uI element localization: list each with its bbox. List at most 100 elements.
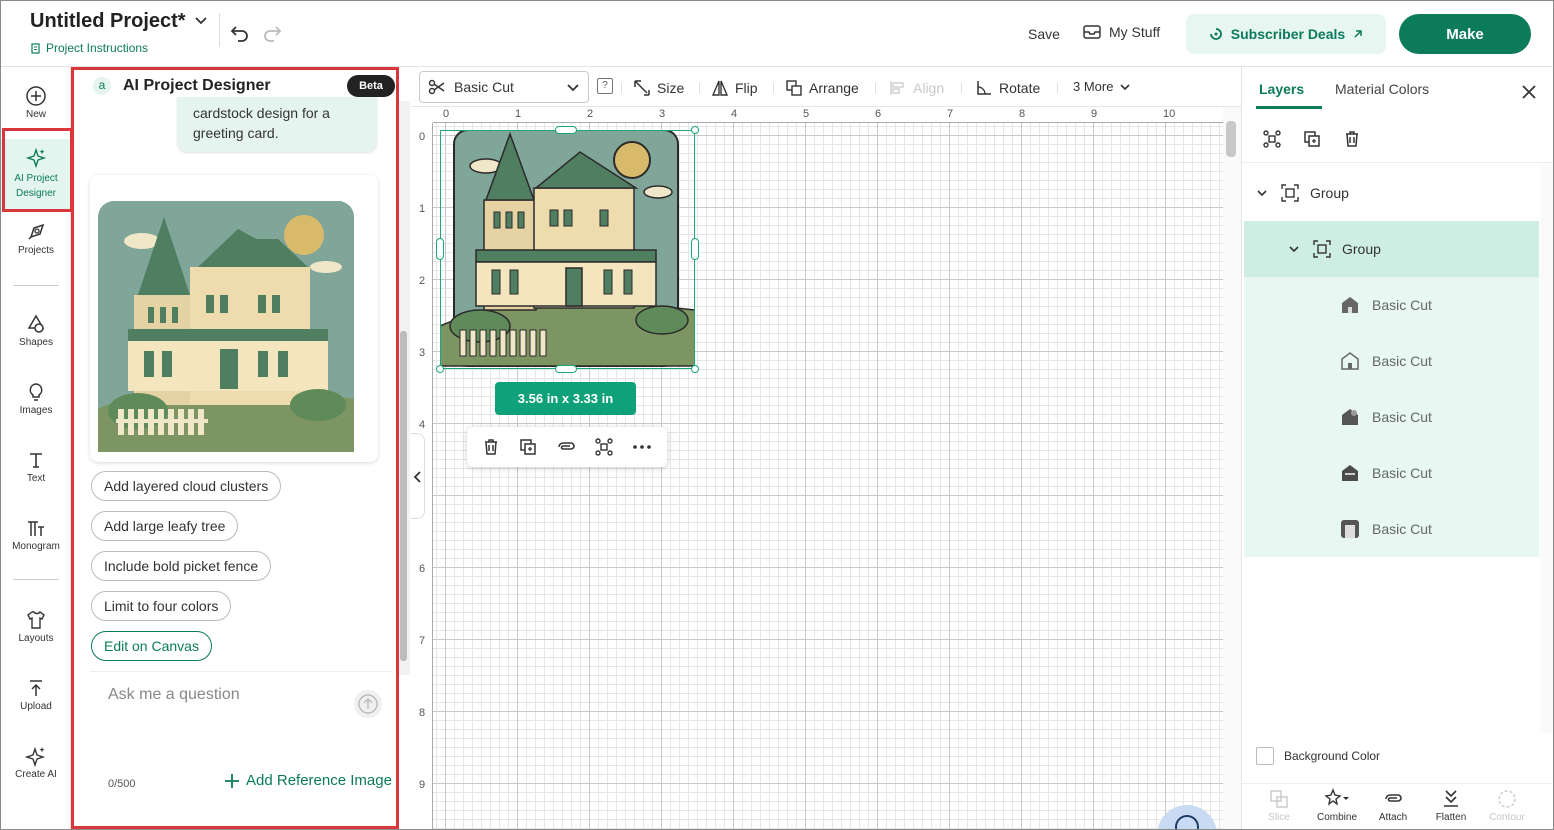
layer-item[interactable]: Basic Cut [1244,445,1539,501]
toolbar-divider [621,83,622,93]
layers-scrollbar[interactable] [1540,163,1553,733]
ruler-label: 6 [875,108,882,120]
nav-item-layouts[interactable]: Layouts [1,609,71,644]
layer-item[interactable]: Basic Cut [1244,389,1539,445]
send-button[interactable] [354,690,382,718]
chevron-down-icon[interactable] [1288,243,1300,255]
layer-label: Group [1310,185,1349,201]
arrange-icon [786,80,802,96]
group-icon[interactable] [1262,129,1282,149]
group-icon[interactable] [594,437,614,457]
size-button[interactable]: Size [633,79,684,97]
project-instructions-link[interactable]: Project Instructions [31,41,148,55]
suggestion-chip[interactable]: Add layered cloud clusters [91,471,282,501]
ask-question-box[interactable]: Ask me a question 0/500 Add Reference Im… [90,671,392,801]
nav-item-label: Layouts [18,633,54,644]
monogram-icon [28,521,44,536]
layer-thumbnail-icon [1342,297,1358,313]
layer-item[interactable]: Basic Cut [1244,333,1539,389]
layer-tools-bar: Slice Combine Attach Flatten Contour [1242,783,1553,829]
suggestion-chip[interactable]: Limit to four colors [91,591,232,621]
ruler-label: 3 [419,347,426,359]
ai-logo-icon: a [93,77,111,95]
selection-box[interactable] [440,130,695,369]
duplicate-icon[interactable] [518,437,538,457]
nav-item-images[interactable]: Images [1,381,71,416]
ask-input-placeholder[interactable]: Ask me a question [108,686,240,704]
nav-item-upload[interactable]: Upload [1,677,71,712]
rotate-button[interactable]: Rotate [975,79,1040,97]
help-button[interactable]: ? [597,78,613,94]
resize-handle[interactable] [691,238,699,260]
trash-icon[interactable] [1342,129,1362,149]
canvas-scroll-thumb[interactable] [1226,121,1236,157]
nav-item-ai-project-designer[interactable]: AI Project Designer [1,139,71,211]
suggestion-chip[interactable]: Include bold picket fence [91,551,272,581]
nav-item-projects[interactable]: Projects [1,221,71,256]
undo-icon[interactable] [229,23,251,43]
background-color-toggle[interactable]: Background Color [1256,747,1380,765]
resize-handle[interactable] [555,126,577,134]
nav-item-label: AI Project Designer [14,173,58,199]
plus-circle-icon [26,86,46,106]
layer-thumbnail-icon [1342,409,1358,425]
contour-button[interactable]: Contour [1478,788,1536,823]
attach-icon [1385,794,1402,802]
nav-item-shapes[interactable]: Shapes [1,313,71,348]
arrange-button[interactable]: Arrange [785,79,859,97]
generated-image-card[interactable] [90,175,378,462]
suggestion-chip[interactable]: Add large leafy tree [91,511,239,541]
nav-item-label: New [25,109,46,120]
layer-item[interactable]: Basic Cut [1244,277,1539,333]
subscriber-deals-button[interactable]: Subscriber Deals [1186,14,1386,54]
tab-layers[interactable]: Layers [1259,81,1304,97]
project-title[interactable]: Untitled Project* [30,10,186,33]
trash-icon[interactable] [481,437,501,457]
duplicate-icon[interactable] [1302,129,1322,149]
resize-handle[interactable] [691,126,699,134]
resize-handle[interactable] [691,365,699,373]
resize-handle[interactable] [555,365,577,373]
more-button[interactable]: 3 More [1073,79,1131,94]
generated-house-image[interactable] [98,199,370,454]
redo-icon[interactable] [261,23,283,43]
flip-button[interactable]: Flip [711,79,758,97]
make-button[interactable]: Make [1399,14,1531,54]
add-reference-image-button[interactable]: Add Reference Image [224,772,392,789]
shapes-icon [27,314,45,333]
layer-group[interactable]: Group [1244,165,1539,221]
nav-item-new[interactable]: New [1,85,71,120]
projects-icon [28,223,45,240]
ruler-label: 0 [443,108,450,120]
align-button[interactable]: Align [889,79,944,97]
nav-item-text[interactable]: Text [1,449,71,484]
combine-button[interactable]: Combine [1308,788,1366,823]
flatten-button[interactable]: Flatten [1422,788,1480,823]
collapse-panel-tab[interactable] [411,433,425,519]
nav-item-create-ai[interactable]: Create AI [1,745,71,780]
attach-tool-button[interactable]: Attach [1364,788,1422,823]
background-color-checkbox[interactable] [1256,747,1274,765]
tool-label: Combine [1316,812,1358,823]
my-stuff-button[interactable]: My Stuff [1083,24,1160,40]
ruler-label: 9 [1091,108,1098,120]
resize-handle[interactable] [436,365,444,373]
close-icon[interactable] [1520,83,1538,101]
more-dots-icon[interactable] [631,437,653,457]
chevron-down-icon[interactable] [1256,187,1268,199]
slice-button[interactable]: Slice [1250,788,1308,823]
ai-panel-scroll-thumb[interactable] [400,331,407,661]
layer-item[interactable]: Basic Cut [1244,501,1539,557]
nav-item-monogram[interactable]: Monogram [1,517,71,552]
canvas-scrollbar[interactable] [1223,107,1241,829]
attach-icon[interactable] [555,437,577,457]
app-window: Untitled Project* Project Instructions S… [0,0,1554,830]
operation-select[interactable]: Basic Cut [419,71,589,103]
tab-material-colors[interactable]: Material Colors [1335,81,1429,97]
layer-group[interactable]: Group [1244,221,1539,277]
chevron-down-icon[interactable] [193,13,209,29]
save-button[interactable]: Save [1028,26,1060,42]
nav-item-label: Upload [20,701,52,712]
edit-on-canvas-button[interactable]: Edit on Canvas [91,631,212,661]
resize-handle[interactable] [436,238,444,260]
